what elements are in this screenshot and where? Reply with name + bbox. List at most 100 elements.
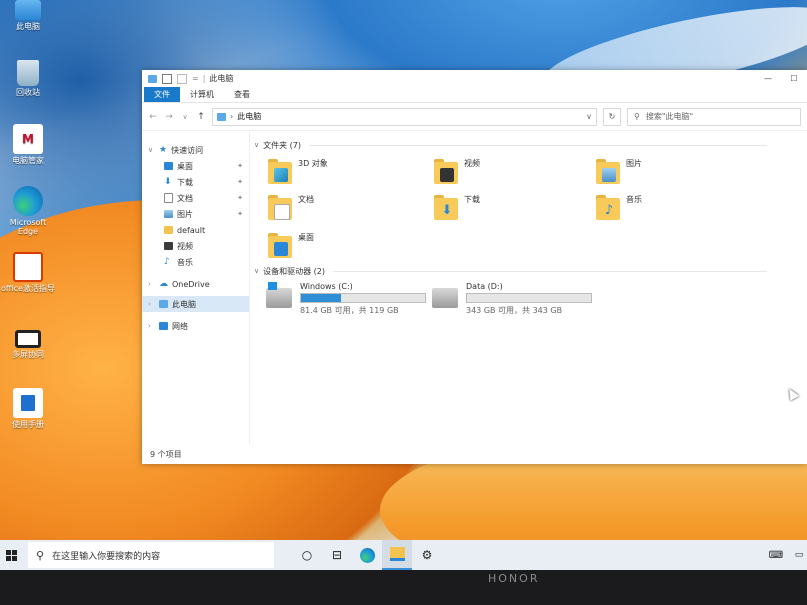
nav-label: OneDrive [172, 279, 210, 289]
desktop-icon-label: 使用手册 [12, 420, 44, 429]
chevron-down-icon[interactable]: ∨ [148, 146, 155, 154]
documents-folder-icon [268, 194, 292, 222]
tab-file[interactable]: 文件 [144, 87, 180, 102]
drive-name: Data (D:) [466, 282, 503, 291]
folder-videos[interactable]: 视频 [434, 158, 480, 186]
chevron-down-icon[interactable]: ∨ [586, 112, 592, 121]
nav-label: 快速访问 [171, 145, 204, 155]
refresh-button[interactable]: ↻ [603, 107, 621, 126]
desktop-icon-multi-screen[interactable]: 多屏协同 [0, 330, 56, 359]
start-button[interactable] [0, 540, 22, 570]
nav-item-default[interactable]: default [142, 222, 249, 238]
chevron-right-icon[interactable]: › [148, 300, 155, 308]
properties-icon[interactable] [162, 73, 172, 84]
brand-logo: HONOR [488, 572, 540, 585]
drive-usage-fill [301, 294, 341, 302]
desktop-icon-recycle-bin[interactable]: 回收站 [0, 60, 56, 97]
up-button[interactable]: ↑ [196, 112, 206, 122]
taskbar-search-input[interactable]: ⚲ 在这里输入你要搜索的内容 [28, 542, 274, 568]
pin-icon[interactable]: ✦ [237, 162, 243, 170]
desktop-icon-label: 此电脑 [16, 22, 40, 31]
qat-dropdown-icon[interactable]: = [192, 74, 199, 83]
pin-icon[interactable]: ✦ [237, 194, 243, 202]
drive-icon [432, 288, 458, 308]
desktop-icon-office-guide[interactable]: office激活指导 [0, 252, 56, 293]
folders-group-header[interactable]: ∨ 文件夹 (7) [254, 138, 807, 152]
nav-label: 下载 [177, 177, 193, 187]
nav-label: 文档 [177, 193, 193, 203]
task-view-icon[interactable]: ⊟ [322, 540, 352, 570]
keyboard-icon[interactable]: ⌨ [761, 540, 791, 570]
forward-button[interactable]: → [164, 112, 174, 122]
nav-item-downloads[interactable]: ⬇ 下载 ✦ [142, 174, 249, 190]
download-icon: ⬇ [164, 177, 172, 187]
nav-quick-access[interactable]: ∨ ★ 快速访问 [142, 142, 249, 158]
nav-item-videos[interactable]: 视频 [142, 238, 249, 254]
nav-item-music[interactable]: ♪ 音乐 [142, 254, 249, 270]
nav-label: default [177, 225, 206, 235]
nav-onedrive[interactable]: › ☁ OneDrive [142, 276, 249, 292]
chevron-right-icon[interactable]: › [148, 280, 155, 288]
nav-item-pictures[interactable]: 图片 ✦ [142, 206, 249, 222]
chevron-down-icon[interactable]: ∨ [254, 141, 259, 149]
nav-label: 桌面 [177, 161, 193, 171]
nav-network[interactable]: › 网络 [142, 318, 249, 334]
drive-d[interactable]: Data (D:) 343 GB 可用，共 343 GB [432, 282, 592, 316]
folder-desktop[interactable]: 桌面 [268, 232, 314, 260]
new-folder-icon[interactable] [177, 73, 187, 84]
folder-music[interactable]: ♪ 音乐 [596, 194, 642, 222]
folder-downloads[interactable]: ⬇ 下载 [434, 194, 480, 222]
tab-view[interactable]: 查看 [224, 87, 260, 102]
desktop-icon-pc-manager[interactable]: M 电脑管家 [0, 124, 56, 165]
documents-icon [164, 193, 173, 203]
pin-icon[interactable]: ✦ [237, 178, 243, 186]
drive-free-space: 81.4 GB 可用，共 119 GB [300, 306, 399, 315]
videos-folder-icon [434, 158, 458, 186]
desktop-icon-label: office激活指导 [1, 284, 55, 293]
edge-icon[interactable] [352, 540, 382, 570]
manual-icon [13, 388, 43, 418]
recent-dropdown-icon[interactable]: ∨ [180, 113, 190, 121]
music-folder-icon: ♪ [596, 194, 620, 222]
pin-icon[interactable]: ✦ [237, 210, 243, 218]
file-explorer-icon[interactable] [382, 540, 412, 570]
divider [333, 270, 767, 272]
chevron-right-icon[interactable]: › [148, 322, 155, 330]
nav-label: 视频 [177, 241, 193, 251]
taskbar: ⚲ 在这里输入你要搜索的内容 ○ ⊟ ⚙ ⌨ ▭ [0, 540, 807, 570]
pictures-icon [164, 210, 173, 218]
back-button[interactable]: ← [148, 112, 158, 122]
address-row: ← → ∨ ↑ › 此电脑 ∨ ↻ ⚲ 搜索"此电脑" [142, 103, 807, 131]
maximize-button[interactable]: ☐ [781, 74, 807, 83]
folder-3d-objects[interactable]: 3D 对象 [268, 158, 328, 186]
show-desktop-icon[interactable]: ▭ [791, 540, 807, 570]
search-input[interactable]: ⚲ 搜索"此电脑" [627, 107, 801, 126]
minimize-button[interactable]: — [755, 74, 781, 83]
nav-label: 网络 [172, 321, 188, 331]
this-pc-icon [217, 112, 226, 121]
nav-item-documents[interactable]: 文档 ✦ [142, 190, 249, 206]
this-pc-icon [148, 74, 157, 83]
search-placeholder: 搜索"此电脑" [645, 112, 694, 121]
desktop-icon-manual[interactable]: 使用手册 [0, 388, 56, 429]
divider: | [202, 74, 206, 83]
desktop-icon-this-pc[interactable]: 此电脑 [0, 0, 56, 31]
desktop-icon-edge[interactable]: Microsoft Edge [0, 186, 56, 236]
drives-group-header[interactable]: ∨ 设备和驱动器 (2) [254, 264, 807, 278]
address-text: 此电脑 [237, 112, 262, 121]
nav-this-pc[interactable]: › 此电脑 [142, 296, 249, 312]
cortana-icon[interactable]: ○ [292, 540, 322, 570]
content-pane: ∨ 文件夹 (7) 3D 对象 视频 图片 文档 ⬇ 下载 ♪ 音乐 桌面 ∨ … [254, 132, 807, 444]
tab-computer[interactable]: 计算机 [180, 87, 224, 102]
explorer-body: ∨ ★ 快速访问 桌面 ✦ ⬇ 下载 ✦ 文档 ✦ 图片 ✦ default 视… [142, 132, 807, 464]
settings-gear-icon[interactable]: ⚙ [412, 540, 442, 570]
folder-documents[interactable]: 文档 [268, 194, 314, 222]
drive-free-space: 343 GB 可用，共 343 GB [466, 306, 563, 315]
folder-pictures[interactable]: 图片 [596, 158, 642, 186]
address-bar[interactable]: › 此电脑 ∨ [212, 107, 597, 126]
nav-item-desktop[interactable]: 桌面 ✦ [142, 158, 249, 174]
drive-c[interactable]: Windows (C:) 81.4 GB 可用，共 119 GB [266, 282, 426, 316]
drive-usage-bar [300, 293, 426, 303]
chevron-down-icon[interactable]: ∨ [254, 267, 259, 275]
folder-label: 下载 [464, 195, 480, 204]
